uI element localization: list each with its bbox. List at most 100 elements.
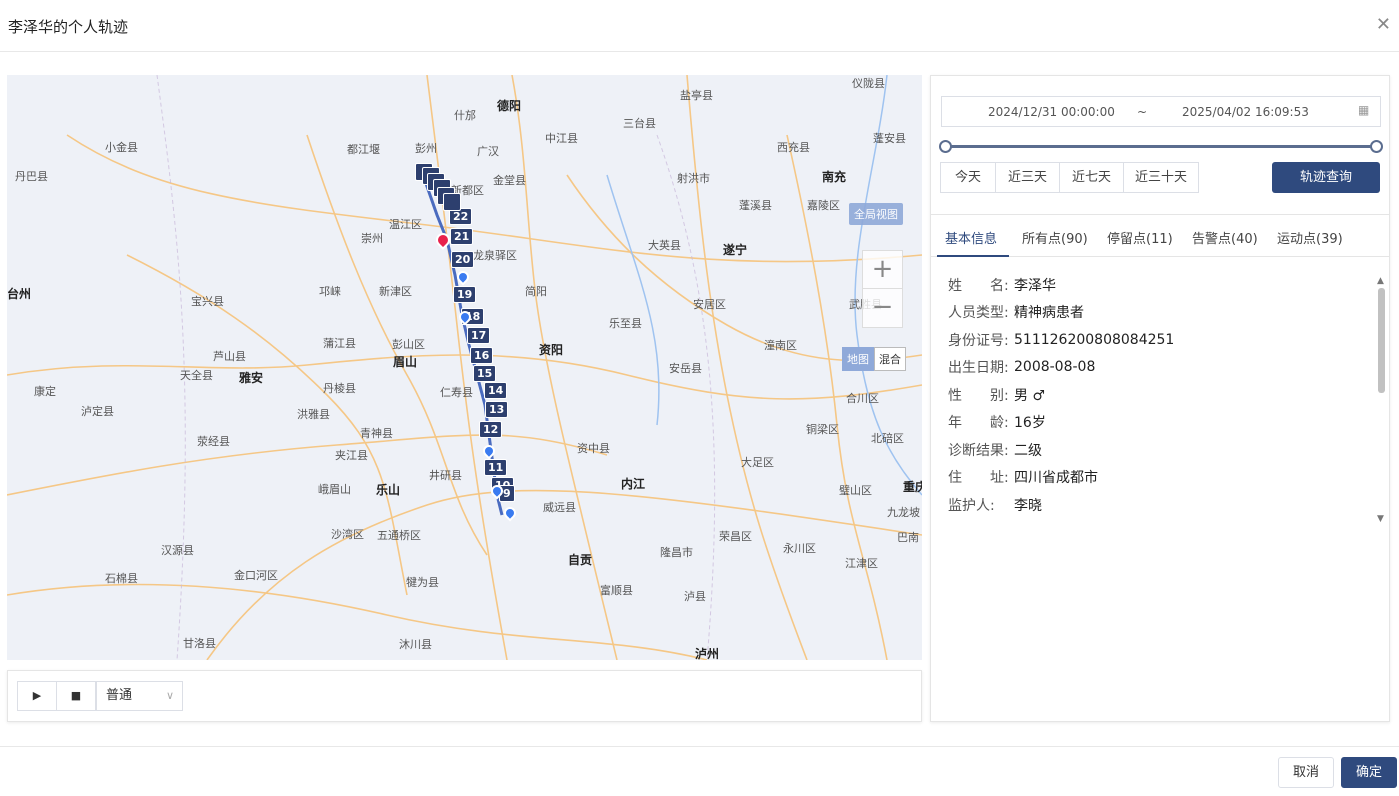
info-row: 监护人: 李晓 (948, 491, 1368, 519)
map-place-label: 汉源县 (161, 544, 194, 557)
playback-bar: ▶ ■ 普通 ∨ (7, 670, 922, 722)
map-place-label: 泸定县 (81, 405, 114, 418)
scroll-up-icon[interactable]: ▲ (1377, 276, 1384, 286)
confirm-button[interactable]: 确定 (1341, 757, 1397, 788)
map-place-label: 荥经县 (197, 435, 230, 448)
info-value: 李泽华 (1014, 277, 1056, 294)
map-place-label: 龙泉驿区 (473, 249, 517, 262)
map-place-label: 德阳 (497, 99, 522, 113)
trajectory-marker[interactable]: 11 (484, 459, 508, 476)
close-icon[interactable]: ✕ (1376, 14, 1391, 35)
map-place-label: 金口河区 (234, 569, 278, 582)
info-value: 李晓 (1014, 497, 1042, 514)
map-place-label: 西充县 (777, 141, 810, 154)
map-view[interactable]: 仪陇县 盐亭县 德阳 彭州 小金县 都江堰 什邡 广汉 中江县 三台县 西充县 蓬安县 丹巴县 金堂县 射洪… (7, 75, 922, 660)
tab-alarm-points[interactable]: 告警点(40) (1192, 228, 1258, 247)
info-key: 监护人: (948, 497, 995, 514)
map-place-label: 犍为县 (406, 576, 439, 589)
map-place-label: 蓬溪县 (739, 199, 772, 212)
scroll-down-icon[interactable]: ▼ (1377, 514, 1384, 524)
date-range-picker[interactable]: 2024/12/31 00:00:00 ~ 2025/04/02 16:09:5… (941, 96, 1381, 127)
info-key: 出生日期: (948, 360, 1009, 377)
map-place-label: 射洪市 (677, 172, 710, 185)
map-place-label: 乐至县 (609, 317, 642, 330)
trajectory-marker[interactable]: 17 (467, 327, 491, 344)
map-place-label: 沐川县 (399, 638, 432, 651)
trajectory-marker[interactable]: 12 (479, 421, 503, 438)
map-place-label: 大英县 (648, 239, 681, 252)
map-place-label: 大足区 (741, 456, 774, 469)
map-place-label: 金堂县 (493, 174, 526, 187)
end-date: 2025/04/02 16:09:53 (1182, 105, 1309, 119)
info-key: 身份证号: (948, 332, 1009, 349)
info-value: 2008-08-08 (1014, 359, 1096, 376)
full-view-button[interactable]: 全局视图 (849, 203, 903, 225)
trajectory-marker[interactable]: 20 (451, 251, 475, 268)
info-key: 年 龄: (948, 415, 1009, 432)
info-value: 男 ♂ (1014, 387, 1046, 404)
slider-start-handle[interactable] (939, 140, 952, 153)
map-roads (7, 75, 922, 660)
zoom-out-button[interactable]: − (863, 289, 902, 327)
trajectory-marker[interactable]: 14 (484, 382, 508, 399)
play-icon[interactable]: ▶ (17, 681, 57, 711)
tab-motion-points[interactable]: 运动点(39) (1277, 228, 1343, 247)
query-track-button[interactable]: 轨迹查询 (1272, 162, 1380, 193)
map-place-label: 遂宁 (723, 243, 748, 257)
map-place-label: 荣昌区 (719, 530, 752, 543)
map-place-label: 井研县 (429, 469, 462, 482)
map-place-label: 洪雅县 (297, 408, 330, 421)
map-place-label: 资中县 (577, 442, 610, 455)
map-place-label: 眉山 (393, 355, 418, 369)
map-place-label: 彭州 (415, 142, 437, 155)
info-row: 监护人联系电话:... (948, 519, 1368, 525)
map-type-mixed[interactable]: 混合 (874, 347, 906, 371)
time-slider[interactable] (939, 140, 1383, 153)
trajectory-dialog: 李泽华的个人轨迹 ✕ 仪陇县 盐亭县 德阳 彭州 小金县 都江堰 什邡 广汉 中… (0, 0, 1399, 796)
map-place-label: 丹巴县 (15, 170, 48, 183)
cancel-button[interactable]: 取消 (1278, 757, 1334, 788)
map-place-label: 自贡 (568, 553, 593, 567)
info-key: 诊断结果: (948, 442, 1009, 459)
trajectory-marker[interactable]: 16 (470, 347, 494, 364)
map-place-label: 南充 (822, 170, 847, 184)
stop-icon[interactable]: ■ (56, 681, 96, 711)
map-place-label: 康定 (34, 385, 56, 398)
map-place-label: 简阳 (525, 285, 547, 298)
tab-basic-info[interactable]: 基本信息 (945, 228, 997, 247)
tab-stay-points[interactable]: 停留点(11) (1107, 228, 1173, 247)
speed-select[interactable]: 普通 ∨ (96, 681, 183, 711)
quick-today[interactable]: 今天 (940, 162, 996, 193)
quick-7days[interactable]: 近七天 (1059, 162, 1124, 193)
trajectory-marker[interactable]: 21 (450, 228, 474, 245)
trajectory-marker[interactable]: 19 (453, 286, 477, 303)
map-place-label: 五通桥区 (377, 529, 421, 542)
map-place-label: 雅安 (239, 371, 264, 385)
trajectory-marker[interactable]: 15 (473, 365, 497, 382)
info-row: 身份证号: 511126200808084251 (948, 326, 1368, 354)
trajectory-marker[interactable]: 13 (485, 401, 509, 418)
info-value: 精神病患者 (1014, 305, 1084, 322)
quick-3days[interactable]: 近三天 (995, 162, 1060, 193)
info-value: 四川省成都市 (1014, 470, 1098, 487)
map-place-label: 安居区 (693, 298, 726, 311)
map-place-label: 夹江县 (335, 449, 368, 462)
slider-end-handle[interactable] (1370, 140, 1383, 153)
map-place-label: 合川区 (846, 392, 879, 405)
map-place-label: 璧山区 (839, 484, 872, 497)
zoom-in-button[interactable]: + (863, 251, 902, 289)
calendar-icon: ▦ (1358, 103, 1370, 117)
map-place-label: 石棉县 (105, 572, 138, 585)
dialog-title: 李泽华的个人轨迹 (8, 18, 129, 36)
chevron-down-icon: ∨ (165, 689, 174, 702)
map-type-map[interactable]: 地图 (842, 347, 874, 371)
info-tabs: 基本信息 所有点(90) 停留点(11) 告警点(40) 运动点(39) (931, 214, 1389, 257)
map-place-label: 威远县 (543, 501, 576, 514)
info-value: 511126200808084251 (1014, 331, 1175, 348)
tab-all-points[interactable]: 所有点(90) (1022, 228, 1088, 247)
scroll-thumb[interactable] (1378, 288, 1385, 393)
marker-cluster[interactable] (443, 193, 461, 211)
info-key: 住 址: (948, 470, 1009, 487)
quick-30days[interactable]: 近三十天 (1123, 162, 1199, 193)
info-scrollbar[interactable]: ▲ ▼ (1377, 276, 1385, 526)
